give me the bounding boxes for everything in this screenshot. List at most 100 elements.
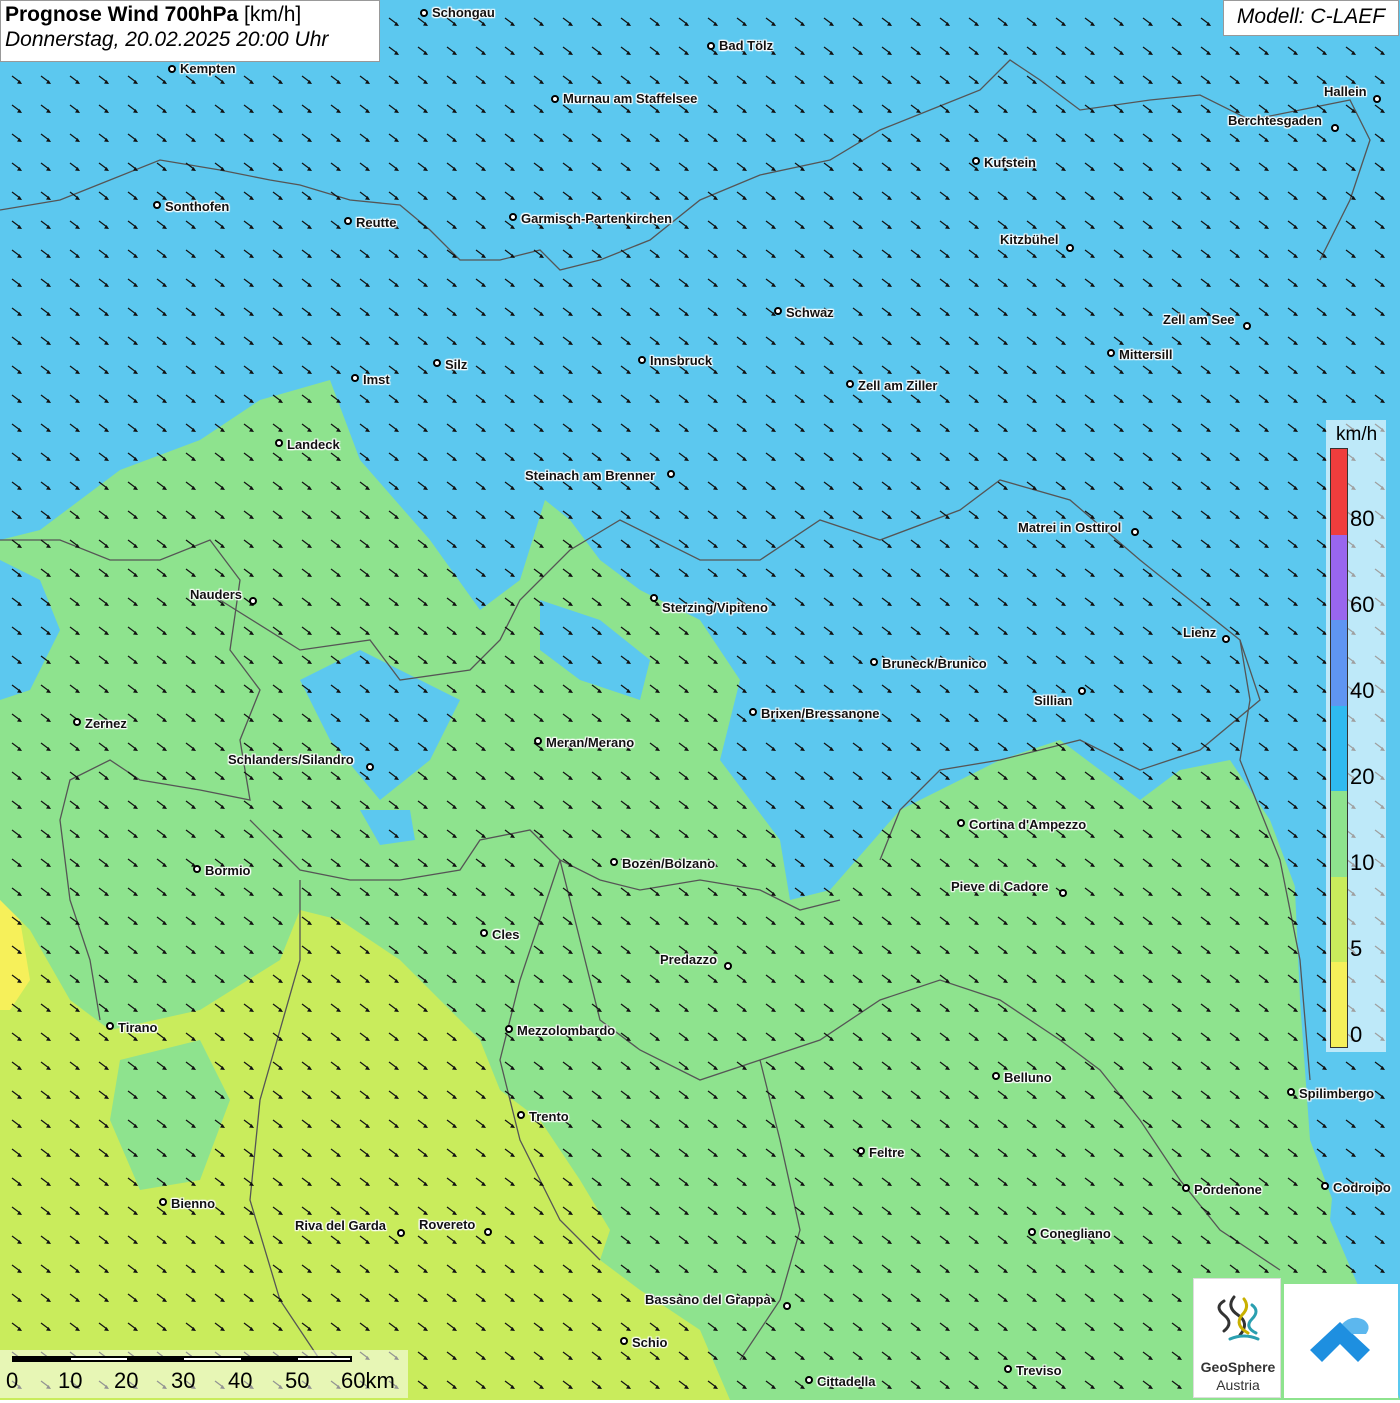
wind-arrow-icon <box>620 452 631 461</box>
wind-arrow-icon <box>997 945 1008 954</box>
wind-arrow-icon <box>446 452 457 461</box>
wind-arrow-icon <box>649 191 660 200</box>
city-label: Murnau am Staffelsee <box>563 91 698 106</box>
wind-arrow-icon <box>1287 974 1298 983</box>
wind-arrow-icon <box>852 1322 863 1331</box>
wind-arrow-icon <box>794 1148 805 1157</box>
wind-arrow-icon <box>1229 974 1240 983</box>
wind-arrow-icon <box>823 336 834 345</box>
wind-arrow-icon <box>11 1264 22 1273</box>
wind-arrow-icon <box>1113 858 1124 867</box>
wind-arrow-icon <box>1287 133 1298 142</box>
wind-arrow-icon <box>504 365 515 374</box>
wind-arrow-icon <box>1055 104 1066 113</box>
wind-arrow-icon <box>1229 104 1240 113</box>
wind-arrow-icon <box>591 452 602 461</box>
wind-arrow-icon <box>156 365 167 374</box>
wind-arrow-icon <box>1229 568 1240 577</box>
wind-arrow-icon <box>301 1322 312 1331</box>
wind-arrow-icon <box>968 858 979 867</box>
wind-arrow-icon <box>939 1090 950 1099</box>
wind-arrow-icon <box>301 1061 312 1070</box>
wind-arrow-icon <box>852 336 863 345</box>
wind-arrow-icon <box>1055 1119 1066 1128</box>
wind-arrow-icon <box>997 1177 1008 1186</box>
wind-arrow-icon <box>446 1206 457 1215</box>
wind-arrow-icon <box>359 713 370 722</box>
wind-arrow-icon <box>533 481 544 490</box>
wind-arrow-icon <box>765 539 776 548</box>
wind-arrow-icon <box>1026 713 1037 722</box>
wind-arrow-icon <box>330 1293 341 1302</box>
app-logo[interactable] <box>1284 1284 1398 1398</box>
wind-arrow-icon <box>765 1380 776 1389</box>
wind-arrow-icon <box>1287 539 1298 548</box>
wind-arrow-icon <box>1113 307 1124 316</box>
wind-arrow-icon <box>562 684 573 693</box>
wind-arrow-icon <box>417 974 428 983</box>
wind-arrow-icon <box>1113 1206 1124 1215</box>
wind-arrow-icon <box>98 1206 109 1215</box>
wind-arrow-icon <box>910 974 921 983</box>
wind-arrow-icon <box>417 278 428 287</box>
wind-arrow-icon <box>1142 104 1153 113</box>
wind-arrow-icon <box>330 133 341 142</box>
wind-arrow-icon <box>765 1119 776 1128</box>
wind-arrow-icon <box>272 452 283 461</box>
wind-arrow-icon <box>243 1003 254 1012</box>
wind-arrow-icon <box>40 220 51 229</box>
wind-arrow-icon <box>852 1351 863 1360</box>
wind-arrow-icon <box>562 1090 573 1099</box>
city-dot-icon <box>724 962 732 970</box>
wind-arrow-icon <box>591 423 602 432</box>
wind-arrow-icon <box>388 1206 399 1215</box>
legend-segment <box>1331 449 1347 535</box>
wind-arrow-icon <box>446 220 457 229</box>
city-dot-icon <box>1107 349 1115 357</box>
wind-arrow-icon <box>736 394 747 403</box>
wind-arrow-icon <box>562 133 573 142</box>
wind-arrow-icon <box>1026 278 1037 287</box>
wind-arrow-icon <box>504 1293 515 1302</box>
wind-arrow-icon <box>1055 191 1066 200</box>
wind-arrow-icon <box>98 1177 109 1186</box>
city-label: Sonthofen <box>165 199 230 214</box>
wind-arrow-icon <box>620 1264 631 1273</box>
wind-arrow-icon <box>127 1119 138 1128</box>
wind-arrow-icon <box>1113 17 1124 26</box>
wind-arrow-icon <box>185 1148 196 1157</box>
wind-arrow-icon <box>98 104 109 113</box>
wind-arrow-icon <box>620 365 631 374</box>
geosphere-logo[interactable]: GeoSphere Austria <box>1193 1278 1281 1398</box>
wind-arrow-icon <box>1258 1090 1269 1099</box>
wind-arrow-icon <box>359 1177 370 1186</box>
wind-arrow-icon <box>1258 539 1269 548</box>
wind-arrow-icon <box>765 829 776 838</box>
wind-arrow-icon <box>40 539 51 548</box>
wind-arrow-icon <box>1026 1090 1037 1099</box>
city-label: Zell am Ziller <box>858 378 938 393</box>
wind-arrow-icon <box>852 423 863 432</box>
wind-arrow-icon <box>939 1119 950 1128</box>
city-label: Spilimbergo <box>1299 1086 1375 1101</box>
wind-arrow-icon <box>1287 684 1298 693</box>
wind-arrow-icon <box>736 1061 747 1070</box>
city-label: Codroipo <box>1333 1180 1391 1195</box>
wind-arrow-icon <box>1316 162 1327 171</box>
wind-arrow-icon <box>707 1264 718 1273</box>
wind-arrow-icon <box>446 1177 457 1186</box>
city-label: Conegliano <box>1040 1226 1111 1241</box>
wind-arrow-icon <box>620 887 631 896</box>
wind-arrow-icon <box>156 800 167 809</box>
wind-arrow-icon <box>11 887 22 896</box>
wind-arrow-icon <box>997 191 1008 200</box>
wind-arrow-icon <box>475 597 486 606</box>
wind-arrow-icon <box>1258 597 1269 606</box>
city-label: Bassano del Grappa <box>645 1292 771 1307</box>
wind-arrow-icon <box>272 887 283 896</box>
wind-arrow-icon <box>127 1293 138 1302</box>
wind-arrow-icon <box>1200 1264 1211 1273</box>
wind-arrow-icon <box>272 249 283 258</box>
wind-arrow-icon <box>591 1264 602 1273</box>
wind-arrow-icon <box>1229 771 1240 780</box>
